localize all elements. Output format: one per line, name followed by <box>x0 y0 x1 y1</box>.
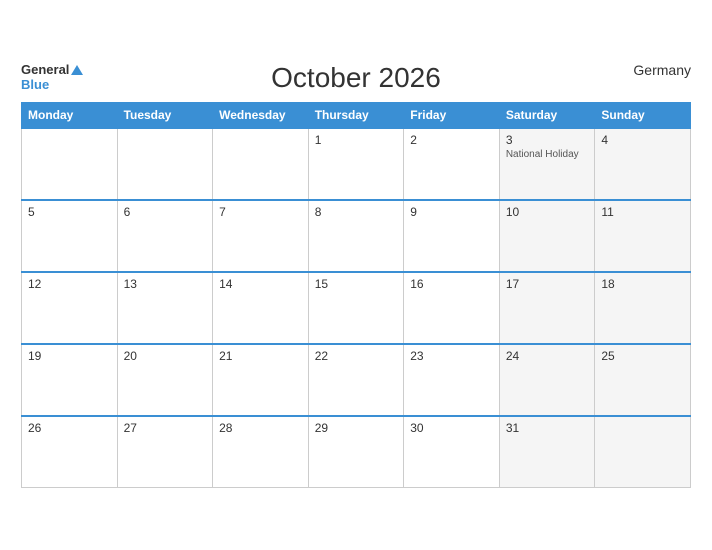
calendar-week-row: 12 13 14 15 16 17 18 <box>22 272 691 344</box>
day-number: 4 <box>601 133 684 147</box>
calendar-day-cell: 8 <box>308 200 404 272</box>
calendar-title: October 2026 <box>271 62 441 94</box>
col-monday: Monday <box>22 102 118 128</box>
day-number: 2 <box>410 133 493 147</box>
day-number: 22 <box>315 349 398 363</box>
col-wednesday: Wednesday <box>213 102 309 128</box>
day-number: 15 <box>315 277 398 291</box>
calendar-day-cell: 4 <box>595 128 691 200</box>
day-number: 31 <box>506 421 589 435</box>
day-number: 13 <box>124 277 207 291</box>
calendar-day-cell: 3 National Holiday <box>499 128 595 200</box>
day-number: 3 <box>506 133 589 147</box>
calendar-day-cell <box>595 416 691 488</box>
day-number: 12 <box>28 277 111 291</box>
day-number: 7 <box>219 205 302 219</box>
calendar-day-cell: 14 <box>213 272 309 344</box>
calendar-day-cell: 18 <box>595 272 691 344</box>
day-number: 24 <box>506 349 589 363</box>
day-number: 11 <box>601 205 684 219</box>
calendar-day-cell: 22 <box>308 344 404 416</box>
day-number: 5 <box>28 205 111 219</box>
calendar-day-cell: 24 <box>499 344 595 416</box>
calendar-day-cell: 9 <box>404 200 500 272</box>
calendar-day-cell: 28 <box>213 416 309 488</box>
col-tuesday: Tuesday <box>117 102 213 128</box>
day-number: 1 <box>315 133 398 147</box>
calendar-day-cell: 6 <box>117 200 213 272</box>
calendar-week-row: 26 27 28 29 30 31 <box>22 416 691 488</box>
calendar-day-cell: 12 <box>22 272 118 344</box>
calendar-day-cell: 23 <box>404 344 500 416</box>
calendar-day-cell: 21 <box>213 344 309 416</box>
calendar-day-cell: 19 <box>22 344 118 416</box>
calendar-week-row: 56789 10 11 <box>22 200 691 272</box>
day-number: 29 <box>315 421 398 435</box>
col-saturday: Saturday <box>499 102 595 128</box>
calendar-day-cell: 13 <box>117 272 213 344</box>
calendar-body: 123National Holiday456789101112131415161… <box>22 128 691 488</box>
calendar-day-cell: 20 <box>117 344 213 416</box>
calendar-day-cell: 27 <box>117 416 213 488</box>
calendar-thead: Monday Tuesday Wednesday Thursday Friday… <box>22 102 691 128</box>
calendar-table: Monday Tuesday Wednesday Thursday Friday… <box>21 102 691 489</box>
calendar-day-cell: 29 <box>308 416 404 488</box>
calendar-day-cell <box>22 128 118 200</box>
calendar-day-cell: 15 <box>308 272 404 344</box>
day-number: 20 <box>124 349 207 363</box>
logo: General Blue <box>21 62 83 93</box>
day-number: 9 <box>410 205 493 219</box>
calendar-day-cell: 1 <box>308 128 404 200</box>
calendar-day-cell: 25 <box>595 344 691 416</box>
day-number: 28 <box>219 421 302 435</box>
calendar-day-cell: 26 <box>22 416 118 488</box>
calendar-day-cell: 2 <box>404 128 500 200</box>
day-number: 6 <box>124 205 207 219</box>
day-number: 8 <box>315 205 398 219</box>
calendar-day-cell: 10 <box>499 200 595 272</box>
day-number: 23 <box>410 349 493 363</box>
day-number: 10 <box>506 205 589 219</box>
day-number: 21 <box>219 349 302 363</box>
col-thursday: Thursday <box>308 102 404 128</box>
col-sunday: Sunday <box>595 102 691 128</box>
day-number: 14 <box>219 277 302 291</box>
day-number: 18 <box>601 277 684 291</box>
calendar-container: General Blue October 2026 Germany Monday… <box>11 52 701 499</box>
calendar-day-cell: 11 <box>595 200 691 272</box>
country-label: Germany <box>633 62 691 78</box>
calendar-week-row: 19 20 21 22 23 24 25 <box>22 344 691 416</box>
day-number: 16 <box>410 277 493 291</box>
logo-triangle-icon <box>71 65 83 75</box>
day-number: 27 <box>124 421 207 435</box>
day-number: 17 <box>506 277 589 291</box>
calendar-day-cell: 5 <box>22 200 118 272</box>
calendar-day-cell: 30 <box>404 416 500 488</box>
calendar-day-cell <box>213 128 309 200</box>
calendar-day-cell: 31 <box>499 416 595 488</box>
day-number: 26 <box>28 421 111 435</box>
calendar-header: General Blue October 2026 Germany <box>21 62 691 94</box>
holiday-label: National Holiday <box>506 149 589 160</box>
day-number: 25 <box>601 349 684 363</box>
logo-blue-text: Blue <box>21 77 83 93</box>
calendar-day-cell <box>117 128 213 200</box>
day-number: 19 <box>28 349 111 363</box>
col-friday: Friday <box>404 102 500 128</box>
calendar-day-cell: 17 <box>499 272 595 344</box>
header-row: Monday Tuesday Wednesday Thursday Friday… <box>22 102 691 128</box>
logo-general-text: General <box>21 62 83 78</box>
calendar-week-row: 123 National Holiday 4 <box>22 128 691 200</box>
calendar-day-cell: 7 <box>213 200 309 272</box>
calendar-day-cell: 16 <box>404 272 500 344</box>
day-number: 30 <box>410 421 493 435</box>
